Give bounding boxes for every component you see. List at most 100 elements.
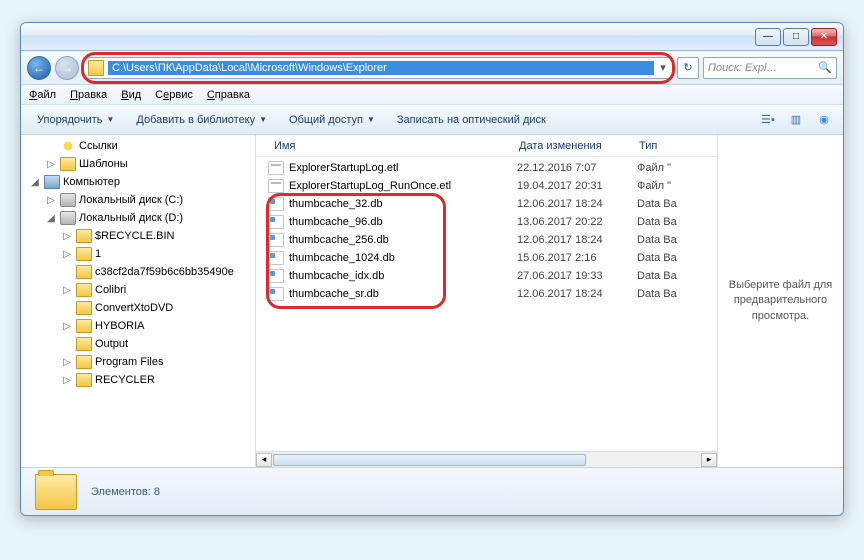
file-date: 12.06.2017 18:24 [517, 198, 637, 210]
expand-icon[interactable]: ▷ [45, 159, 57, 170]
expand-icon[interactable]: ◢ [45, 213, 57, 224]
address-bar[interactable]: C:\Users\ПК\AppData\Local\Microsoft\Wind… [83, 57, 673, 79]
preview-pane-icon[interactable]: ▥ [785, 109, 807, 131]
search-placeholder: Поиск: Expl… [708, 62, 777, 74]
tree-item[interactable]: ▷Локальный диск (C:) [21, 191, 255, 209]
menu-view[interactable]: Вид [121, 89, 141, 101]
tree-label: Output [95, 338, 128, 350]
file-name: thumbcache_32.db [289, 198, 517, 210]
file-icon [268, 179, 284, 193]
address-dropdown[interactable]: ▾ [654, 61, 672, 74]
tree-item[interactable]: Ссылки [21, 137, 255, 155]
file-type: Data Ba [637, 270, 697, 282]
back-button[interactable]: ← [27, 56, 51, 80]
file-icon [268, 161, 284, 175]
view-options-icon[interactable]: ☰▪ [757, 109, 779, 131]
tree-item[interactable]: ▷ Colibri [21, 281, 255, 299]
file-name: thumbcache_1024.db [289, 252, 517, 264]
tree-item[interactable]: ◢ Локальный диск (D:) [21, 209, 255, 227]
add-to-library-button[interactable]: Добавить в библиотеку▼ [128, 111, 275, 129]
file-row[interactable]: thumbcache_idx.db27.06.2017 19:33Data Ba [256, 267, 717, 285]
scroll-left-button[interactable]: ◂ [256, 453, 272, 467]
folder-large-icon [35, 474, 77, 510]
statusbar: Элементов: 8 [21, 467, 843, 515]
file-row[interactable]: thumbcache_32.db12.06.2017 18:24Data Ba [256, 195, 717, 213]
file-name: thumbcache_idx.db [289, 270, 517, 282]
file-icon [268, 215, 284, 229]
tree-label: 1 [95, 248, 101, 260]
tree-item[interactable]: ▷$RECYCLE.BIN [21, 227, 255, 245]
tree-item[interactable]: ▷ Шаблоны [21, 155, 255, 173]
file-date: 19.04.2017 20:31 [517, 180, 637, 192]
tree-label: HYBORIA [95, 320, 145, 332]
file-row[interactable]: thumbcache_sr.db12.06.2017 18:24Data Ba [256, 285, 717, 303]
file-date: 12.06.2017 18:24 [517, 288, 637, 300]
tree-item[interactable]: c38cf2da7f59b6c6bb35490e [21, 263, 255, 281]
h-scrollbar[interactable]: ◂ ▸ [256, 451, 717, 467]
search-input[interactable]: Поиск: Expl… 🔍 [703, 57, 837, 79]
titlebar: — □ ✕ [21, 23, 843, 51]
close-button[interactable]: ✕ [811, 28, 837, 46]
tree-item[interactable]: ConvertXtoDVD [21, 299, 255, 317]
folder-icon [88, 60, 104, 76]
comp-icon [44, 175, 60, 189]
file-icon [268, 287, 284, 301]
scroll-thumb[interactable] [273, 454, 586, 466]
file-row[interactable]: ExplorerStartupLog_RunOnce.etl19.04.2017… [256, 177, 717, 195]
expand-icon[interactable]: ▷ [61, 249, 73, 260]
tree-label: RECYCLER [95, 374, 155, 386]
menu-tools[interactable]: Сервис [155, 89, 193, 101]
minimize-button[interactable]: — [755, 28, 781, 46]
expand-icon[interactable]: ▷ [61, 375, 73, 386]
organize-button[interactable]: Упорядочить▼ [29, 111, 122, 129]
fold-icon [60, 157, 76, 171]
burn-button[interactable]: Записать на оптический диск [389, 111, 554, 129]
tree-item[interactable]: ▷ RECYCLER [21, 371, 255, 389]
menu-file[interactable]: Файл [29, 89, 56, 101]
maximize-button[interactable]: □ [783, 28, 809, 46]
col-type[interactable]: Тип [633, 140, 693, 152]
expand-icon[interactable]: ▷ [61, 357, 73, 368]
file-type: Data Ba [637, 234, 697, 246]
file-icon [268, 197, 284, 211]
file-row[interactable]: thumbcache_256.db12.06.2017 18:24Data Ba [256, 231, 717, 249]
star-icon [60, 139, 76, 153]
preview-pane: Выберите файл для предварительного просм… [717, 135, 843, 467]
scroll-right-button[interactable]: ▸ [701, 453, 717, 467]
tree-label: Шаблоны [79, 158, 128, 170]
file-date: 13.06.2017 20:22 [517, 216, 637, 228]
disk-icon [60, 193, 76, 207]
file-row[interactable]: thumbcache_96.db13.06.2017 20:22Data Ba [256, 213, 717, 231]
tree-label: Colibri [95, 284, 126, 296]
tree-item[interactable]: ▷Program Files [21, 353, 255, 371]
col-date[interactable]: Дата изменения [513, 140, 633, 152]
file-row[interactable]: ExplorerStartupLog.etl22.12.2016 7:07Фай… [256, 159, 717, 177]
tree-item[interactable]: ▷1 [21, 245, 255, 263]
explorer-window: — □ ✕ ← → C:\Users\ПК\AppData\Local\Micr… [20, 22, 844, 516]
expand-icon[interactable]: ▷ [61, 285, 73, 296]
forward-button[interactable]: → [55, 56, 79, 80]
menu-help[interactable]: Справка [207, 89, 250, 101]
fold-icon [76, 283, 92, 297]
col-name[interactable]: Имя [268, 140, 513, 152]
tree-item[interactable]: Output [21, 335, 255, 353]
tree-label: Ссылки [79, 140, 118, 152]
expand-icon[interactable]: ▷ [61, 231, 73, 242]
menu-edit[interactable]: Правка [70, 89, 107, 101]
refresh-button[interactable]: ↻ [677, 57, 699, 79]
file-type: Файл " [637, 162, 697, 174]
expand-icon[interactable]: ◢ [29, 177, 41, 188]
file-row[interactable]: thumbcache_1024.db15.06.2017 2:16Data Ba [256, 249, 717, 267]
address-text: C:\Users\ПК\AppData\Local\Microsoft\Wind… [108, 61, 654, 75]
share-button[interactable]: Общий доступ▼ [281, 111, 383, 129]
tree-item[interactable]: ▷ HYBORIA [21, 317, 255, 335]
expand-icon[interactable]: ▷ [45, 195, 57, 206]
tree-item[interactable]: ◢Компьютер [21, 173, 255, 191]
fold-icon [76, 247, 92, 261]
tree-label: Локальный диск (D:) [79, 212, 183, 224]
file-date: 12.06.2017 18:24 [517, 234, 637, 246]
fold-icon [76, 355, 92, 369]
file-type: Data Ba [637, 252, 697, 264]
help-icon[interactable]: ◉ [813, 109, 835, 131]
expand-icon[interactable]: ▷ [61, 321, 73, 332]
